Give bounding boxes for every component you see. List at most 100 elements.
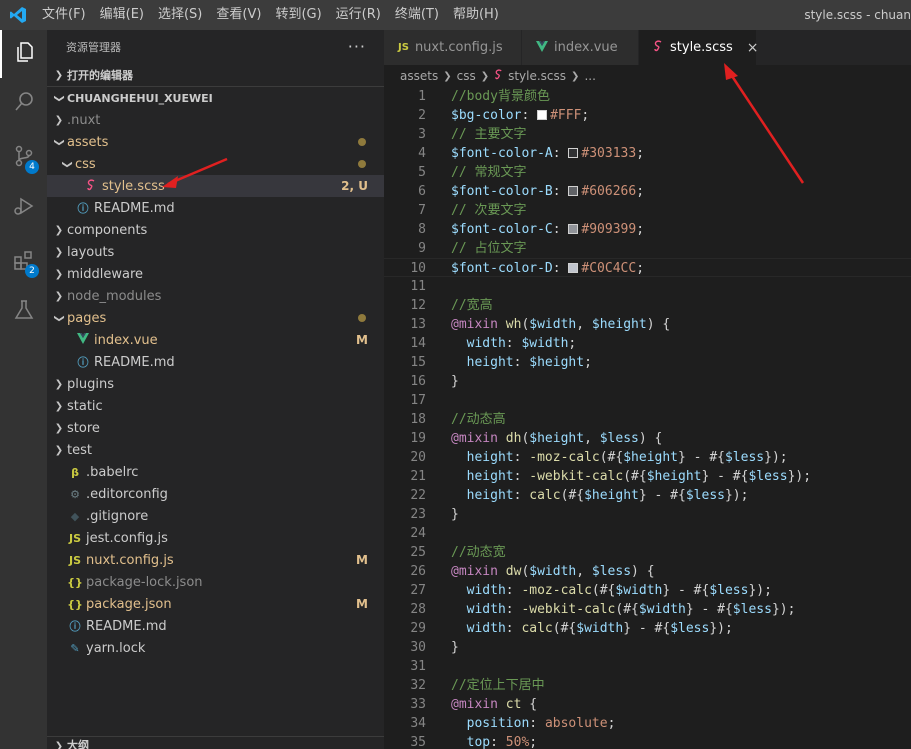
outline-section[interactable]: ❯ 大纲 <box>47 736 384 749</box>
code-token: dw <box>505 564 522 579</box>
code-token: -moz-calc <box>529 450 600 465</box>
code-text: top: 50%; <box>451 733 537 749</box>
code-text: $font-color-B: #606266; <box>451 182 644 201</box>
code-line: 4 $font-color-A: #303133; <box>384 144 911 163</box>
testing-activity[interactable] <box>0 288 47 336</box>
code-token: : <box>490 735 506 749</box>
code-token: ; <box>568 336 577 351</box>
more-actions-icon[interactable]: ··· <box>348 37 366 56</box>
menu-go[interactable]: 转到(G) <box>268 0 328 30</box>
tree-item[interactable]: ❯ .nuxt <box>47 109 384 131</box>
menu-terminal[interactable]: 终端(T) <box>388 0 446 30</box>
code-line: 13 @mixin wh($width, $height) { <box>384 315 911 334</box>
menu-edit[interactable]: 编辑(E) <box>93 0 151 30</box>
tree-item[interactable]: JS jest.config.js <box>47 527 384 549</box>
code-token: : <box>521 108 538 123</box>
color-swatch[interactable] <box>568 148 579 158</box>
menu-help[interactable]: 帮助(H) <box>446 0 506 30</box>
menu-selection[interactable]: 选择(S) <box>151 0 209 30</box>
tree-item[interactable]: ❯ css <box>47 153 384 175</box>
line-number: 23 <box>410 507 426 522</box>
code-token: } - #{ <box>638 488 686 503</box>
js-file-icon: JS <box>68 531 81 545</box>
code-token: $bg-color <box>451 108 522 123</box>
code-token: @mixin <box>451 431 498 446</box>
search-activity[interactable] <box>0 80 47 128</box>
code-token: #909399 <box>581 222 637 237</box>
tree-item[interactable]: ◆ .gitignore <box>47 505 384 527</box>
breadcrumb-item[interactable]: css <box>457 69 476 83</box>
tree-item[interactable]: index.vue M <box>47 329 384 351</box>
tree-item[interactable]: ❯ pages <box>47 307 384 329</box>
tab-index-vue[interactable]: index.vue <box>522 30 639 65</box>
tree-item[interactable]: ⓘ README.md <box>47 351 384 373</box>
chevron-down-icon: ❯ <box>53 137 65 147</box>
tree-item[interactable]: ❯ store <box>47 417 384 439</box>
line-number: 32 <box>410 678 426 693</box>
chevron-down-icon: ❯ <box>53 313 65 323</box>
close-icon[interactable]: × <box>747 40 759 56</box>
tree-item[interactable]: ⓘ README.md <box>47 197 384 219</box>
workspace-section: ❯ CHUANGHEHUI_XUEWEI ❯ .nuxt ❯ assets ❯ css st… <box>47 86 384 659</box>
code-text: @mixin ct { <box>451 695 537 714</box>
code-token: width <box>451 336 506 351</box>
breadcrumb-item[interactable]: style.scss <box>508 69 566 83</box>
tree-item-label: yarn.lock <box>86 640 146 656</box>
tree-item[interactable]: ❯ components <box>47 219 384 241</box>
code-text: height: $height; <box>451 353 592 372</box>
code-token: // 次要文字 <box>451 203 527 218</box>
chevron-right-icon: ❯ <box>54 268 64 280</box>
extensions-activity[interactable]: 2 <box>0 238 47 286</box>
info-icon: ⓘ <box>69 620 81 633</box>
tree-item[interactable]: JS nuxt.config.js M <box>47 549 384 571</box>
code-token: }); <box>787 469 812 484</box>
tree-item[interactable]: ❯ assets <box>47 131 384 153</box>
tree-item[interactable]: ✎ yarn.lock <box>47 637 384 659</box>
tree-item[interactable]: ❯ middleware <box>47 263 384 285</box>
menu-run[interactable]: 运行(R) <box>329 0 388 30</box>
workspace-header[interactable]: ❯ CHUANGHEHUI_XUEWEI <box>47 87 384 109</box>
code-token: //动态高 <box>451 412 506 427</box>
color-swatch[interactable] <box>568 263 579 273</box>
code-token: width <box>451 602 506 617</box>
tree-item[interactable]: ❯ static <box>47 395 384 417</box>
js-file-icon: JS <box>398 42 409 53</box>
code-token: @mixin <box>451 317 498 332</box>
menu-file[interactable]: 文件(F) <box>35 0 93 30</box>
code-token: $height <box>646 469 702 484</box>
code-token: : <box>505 583 522 598</box>
code-text: @mixin dw($width, $less) { <box>451 562 655 581</box>
tree-item[interactable]: ⚙ .editorconfig <box>47 483 384 505</box>
source-control-activity[interactable]: 4 <box>0 134 47 182</box>
color-swatch[interactable] <box>537 110 548 120</box>
tree-item-label: .gitignore <box>86 508 149 524</box>
tree-item[interactable]: ❯ plugins <box>47 373 384 395</box>
code-text: width: $width; <box>451 334 577 353</box>
code-token: $height <box>529 431 585 446</box>
tree-item[interactable]: β .babelrc <box>47 461 384 483</box>
tree-item[interactable]: {} package-lock.json <box>47 571 384 593</box>
chevron-right-icon: ❯ <box>54 444 64 456</box>
menu-view[interactable]: 查看(V) <box>209 0 268 30</box>
code-token: $less <box>732 602 772 617</box>
tab-style-scss[interactable]: style.scss × <box>639 30 759 65</box>
tab-nuxt-config[interactable]: JS nuxt.config.js <box>384 30 522 65</box>
code-editor[interactable]: 1 //body背景颜色 2 $bg-color: #FFF; 3 // 主要文字 4 $fo… <box>384 87 911 749</box>
code-token: ; <box>636 261 645 276</box>
tree-item[interactable]: ❯ test <box>47 439 384 461</box>
color-swatch[interactable] <box>568 224 579 234</box>
tree-item[interactable]: style.scss 2, U <box>47 175 384 197</box>
tree-item[interactable]: {} package.json M <box>47 593 384 615</box>
open-editors-section[interactable]: ❯ 打开的编辑器 <box>47 64 384 86</box>
code-token: $less <box>709 583 749 598</box>
breadcrumb-item[interactable]: ... <box>584 69 595 83</box>
tree-item[interactable]: ⓘ README.md <box>47 615 384 637</box>
run-debug-activity[interactable] <box>0 184 47 232</box>
tree-item[interactable]: ❯ node_modules <box>47 285 384 307</box>
explorer-header: 资源管理器 ··· <box>47 30 384 63</box>
color-swatch[interactable] <box>568 186 579 196</box>
breadcrumb-item[interactable]: assets <box>400 69 438 83</box>
explorer-activity[interactable] <box>0 30 47 78</box>
tree-item[interactable]: ❯ layouts <box>47 241 384 263</box>
